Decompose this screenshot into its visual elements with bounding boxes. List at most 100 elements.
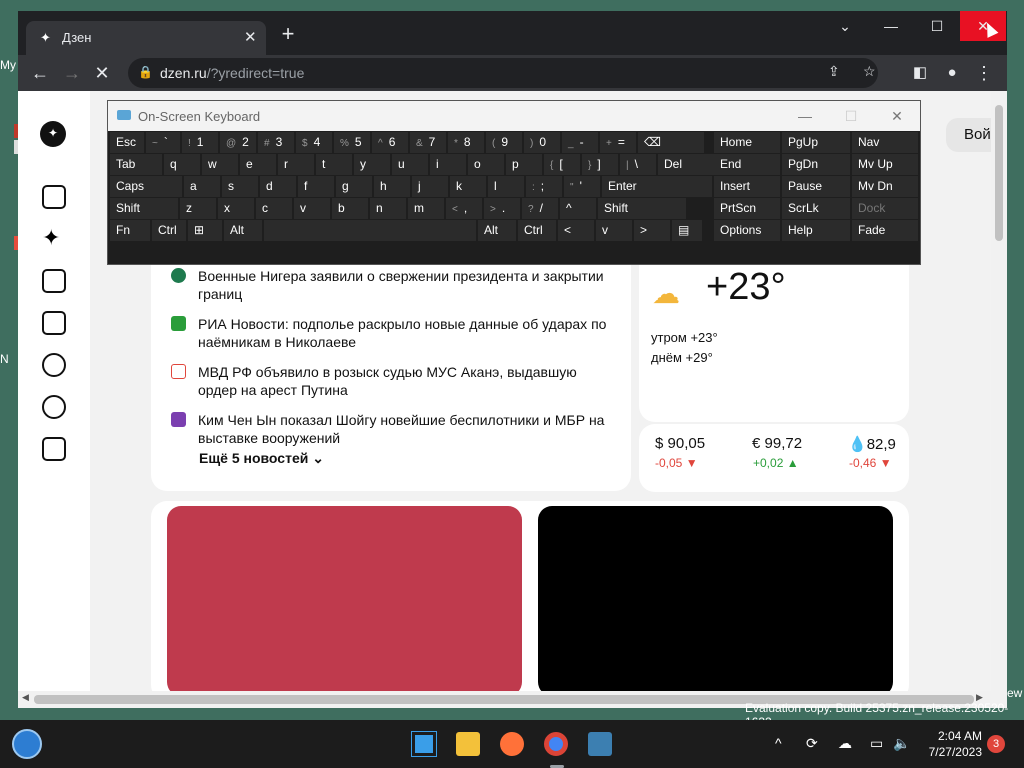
osk-key[interactable]: ScrLk <box>782 198 850 219</box>
minimize-button[interactable]: — <box>868 11 914 41</box>
stop-icon[interactable]: ✕ <box>90 61 114 85</box>
profile-icon[interactable]: ● <box>940 61 964 85</box>
start-orb-icon[interactable] <box>12 729 42 759</box>
osk-key[interactable]: $4 <box>296 132 332 153</box>
back-icon[interactable]: ← <box>28 61 52 85</box>
news-item[interactable]: РИА Новости: подполье раскрыло новые дан… <box>198 315 608 351</box>
clock[interactable]: 2:04 AM 7/27/2023 <box>926 728 982 760</box>
osk-key[interactable]: >. <box>484 198 520 219</box>
osk-key[interactable]: ) 0 <box>524 132 560 153</box>
side-panel-icon[interactable]: ◧ <box>908 61 932 85</box>
osk-key[interactable]: Shift <box>110 198 178 219</box>
osk-key[interactable]: w <box>202 154 238 175</box>
osk-key[interactable]: m <box>408 198 444 219</box>
osk-key[interactable]: | \ <box>620 154 656 175</box>
url-text[interactable]: dzen.ru/?yredirect=true <box>160 65 304 81</box>
osk-key[interactable]: Help <box>782 220 850 241</box>
menu-icon[interactable]: ⋮ <box>972 61 996 85</box>
osk-key[interactable]: p <box>506 154 542 175</box>
osk-key[interactable]: l <box>488 176 524 197</box>
windows-start-icon[interactable] <box>411 731 437 757</box>
osk-key[interactable]: & 7 <box>410 132 446 153</box>
forward-icon[interactable]: → <box>60 61 84 85</box>
osk-key[interactable]: _ - <box>562 132 598 153</box>
news-item[interactable]: Ким Чен Ын показал Шойгу новейшие беспил… <box>198 411 608 447</box>
osk-key[interactable]: o <box>468 154 504 175</box>
chevron-up-icon[interactable]: ^ <box>775 735 782 751</box>
osk-key[interactable]: Fade <box>852 220 918 241</box>
osk-key[interactable]: Home <box>714 132 780 153</box>
osk-key[interactable]: Shift <box>598 198 686 219</box>
bookmark-star-icon[interactable]: ☆ <box>863 63 876 80</box>
news-item[interactable]: Военные Нигера заявили о свержении прези… <box>198 267 608 303</box>
osk-key[interactable]: Mv Dn <box>852 176 918 197</box>
osk-key[interactable]: ⊞ <box>188 220 222 241</box>
osk-key[interactable]: Enter <box>602 176 712 197</box>
osk-key[interactable]: h <box>374 176 410 197</box>
maximize-button[interactable]: ☐ <box>914 11 960 41</box>
osk-key[interactable]: c <box>256 198 292 219</box>
osk-key[interactable] <box>264 220 476 241</box>
osk-key[interactable]: :; <box>526 176 562 197</box>
osk-key[interactable]: q <box>164 154 200 175</box>
osk-key[interactable]: Alt <box>478 220 516 241</box>
sync-icon[interactable]: ⟳ <box>806 735 818 752</box>
tasks-icon[interactable] <box>42 437 66 461</box>
articles-icon[interactable] <box>42 311 66 335</box>
osk-key[interactable]: > <box>634 220 670 241</box>
osk-key[interactable]: End <box>714 154 780 175</box>
osk-key[interactable]: PgDn <box>782 154 850 175</box>
osk-taskbar-icon[interactable] <box>588 732 612 756</box>
desktop-icon-label[interactable]: ew <box>1007 686 1022 700</box>
osk-key[interactable]: Nav <box>852 132 918 153</box>
more-news-button[interactable]: Ещё 5 новостей ⌄ <box>199 450 324 467</box>
osk-titlebar[interactable]: On-Screen Keyboard — ☐ ✕ <box>108 101 920 131</box>
dzen-logo[interactable]: ✦ <box>40 121 66 147</box>
vertical-scrollbar[interactable] <box>991 91 1007 691</box>
osk-key[interactable]: @2 <box>220 132 256 153</box>
osk-key[interactable]: v <box>596 220 632 241</box>
osk-key[interactable]: <, <box>446 198 482 219</box>
address-bar[interactable]: 🔒 dzen.ru/?yredirect=true ⇪ ☆ <box>128 58 878 88</box>
osk-key[interactable]: (9 <box>486 132 522 153</box>
osk-close-button[interactable]: ✕ <box>874 101 920 131</box>
osk-key[interactable]: z <box>180 198 216 219</box>
osk-key[interactable]: Fn <box>110 220 150 241</box>
osk-key[interactable]: ▤ <box>672 220 702 241</box>
osk-key[interactable]: PrtScn <box>714 198 780 219</box>
osk-key[interactable]: < <box>558 220 594 241</box>
osk-key[interactable]: Tab <box>110 154 162 175</box>
osk-key[interactable]: n <box>370 198 406 219</box>
video-icon[interactable] <box>42 269 66 293</box>
osk-key[interactable]: f <box>298 176 334 197</box>
shorts-icon[interactable] <box>42 353 66 377</box>
desktop-icon-label[interactable]: My <box>0 58 18 72</box>
osk-key[interactable]: k <box>450 176 486 197</box>
osk-key[interactable]: a <box>184 176 220 197</box>
osk-key[interactable]: Insert <box>714 176 780 197</box>
scroll-thumb[interactable] <box>995 105 1003 241</box>
osk-key[interactable]: Ctrl <box>152 220 186 241</box>
news-item[interactable]: МВД РФ объявило в розыск судью МУС Аканэ… <box>198 363 608 399</box>
osk-key[interactable]: Pause <box>782 176 850 197</box>
osk-key[interactable]: ~ ` <box>146 132 180 153</box>
osk-key[interactable]: Esc <box>110 132 144 153</box>
osk-key[interactable]: g <box>336 176 372 197</box>
tab-dzen[interactable]: ✦ Дзен ✕ <box>26 21 266 55</box>
osk-key[interactable]: ? / <box>522 198 558 219</box>
osk-key[interactable]: " ' <box>564 176 600 197</box>
osk-key[interactable]: ^ <box>560 198 596 219</box>
osk-key[interactable]: * 8 <box>448 132 484 153</box>
video-thumbnail[interactable] <box>538 506 893 691</box>
sparkle-icon[interactable]: ✦ <box>42 227 66 251</box>
osk-key[interactable]: j <box>412 176 448 197</box>
osk-key[interactable]: e <box>240 154 276 175</box>
osk-key[interactable]: {[ <box>544 154 580 175</box>
osk-minimize-button[interactable]: — <box>782 101 828 131</box>
new-tab-button[interactable]: + <box>276 23 300 47</box>
video-thumbnail[interactable] <box>167 506 522 691</box>
osk-key[interactable]: u <box>392 154 428 175</box>
osk-key[interactable]: Del <box>658 154 714 175</box>
osk-key[interactable]: Mv Up <box>852 154 918 175</box>
osk-maximize-button[interactable]: ☐ <box>828 101 874 131</box>
